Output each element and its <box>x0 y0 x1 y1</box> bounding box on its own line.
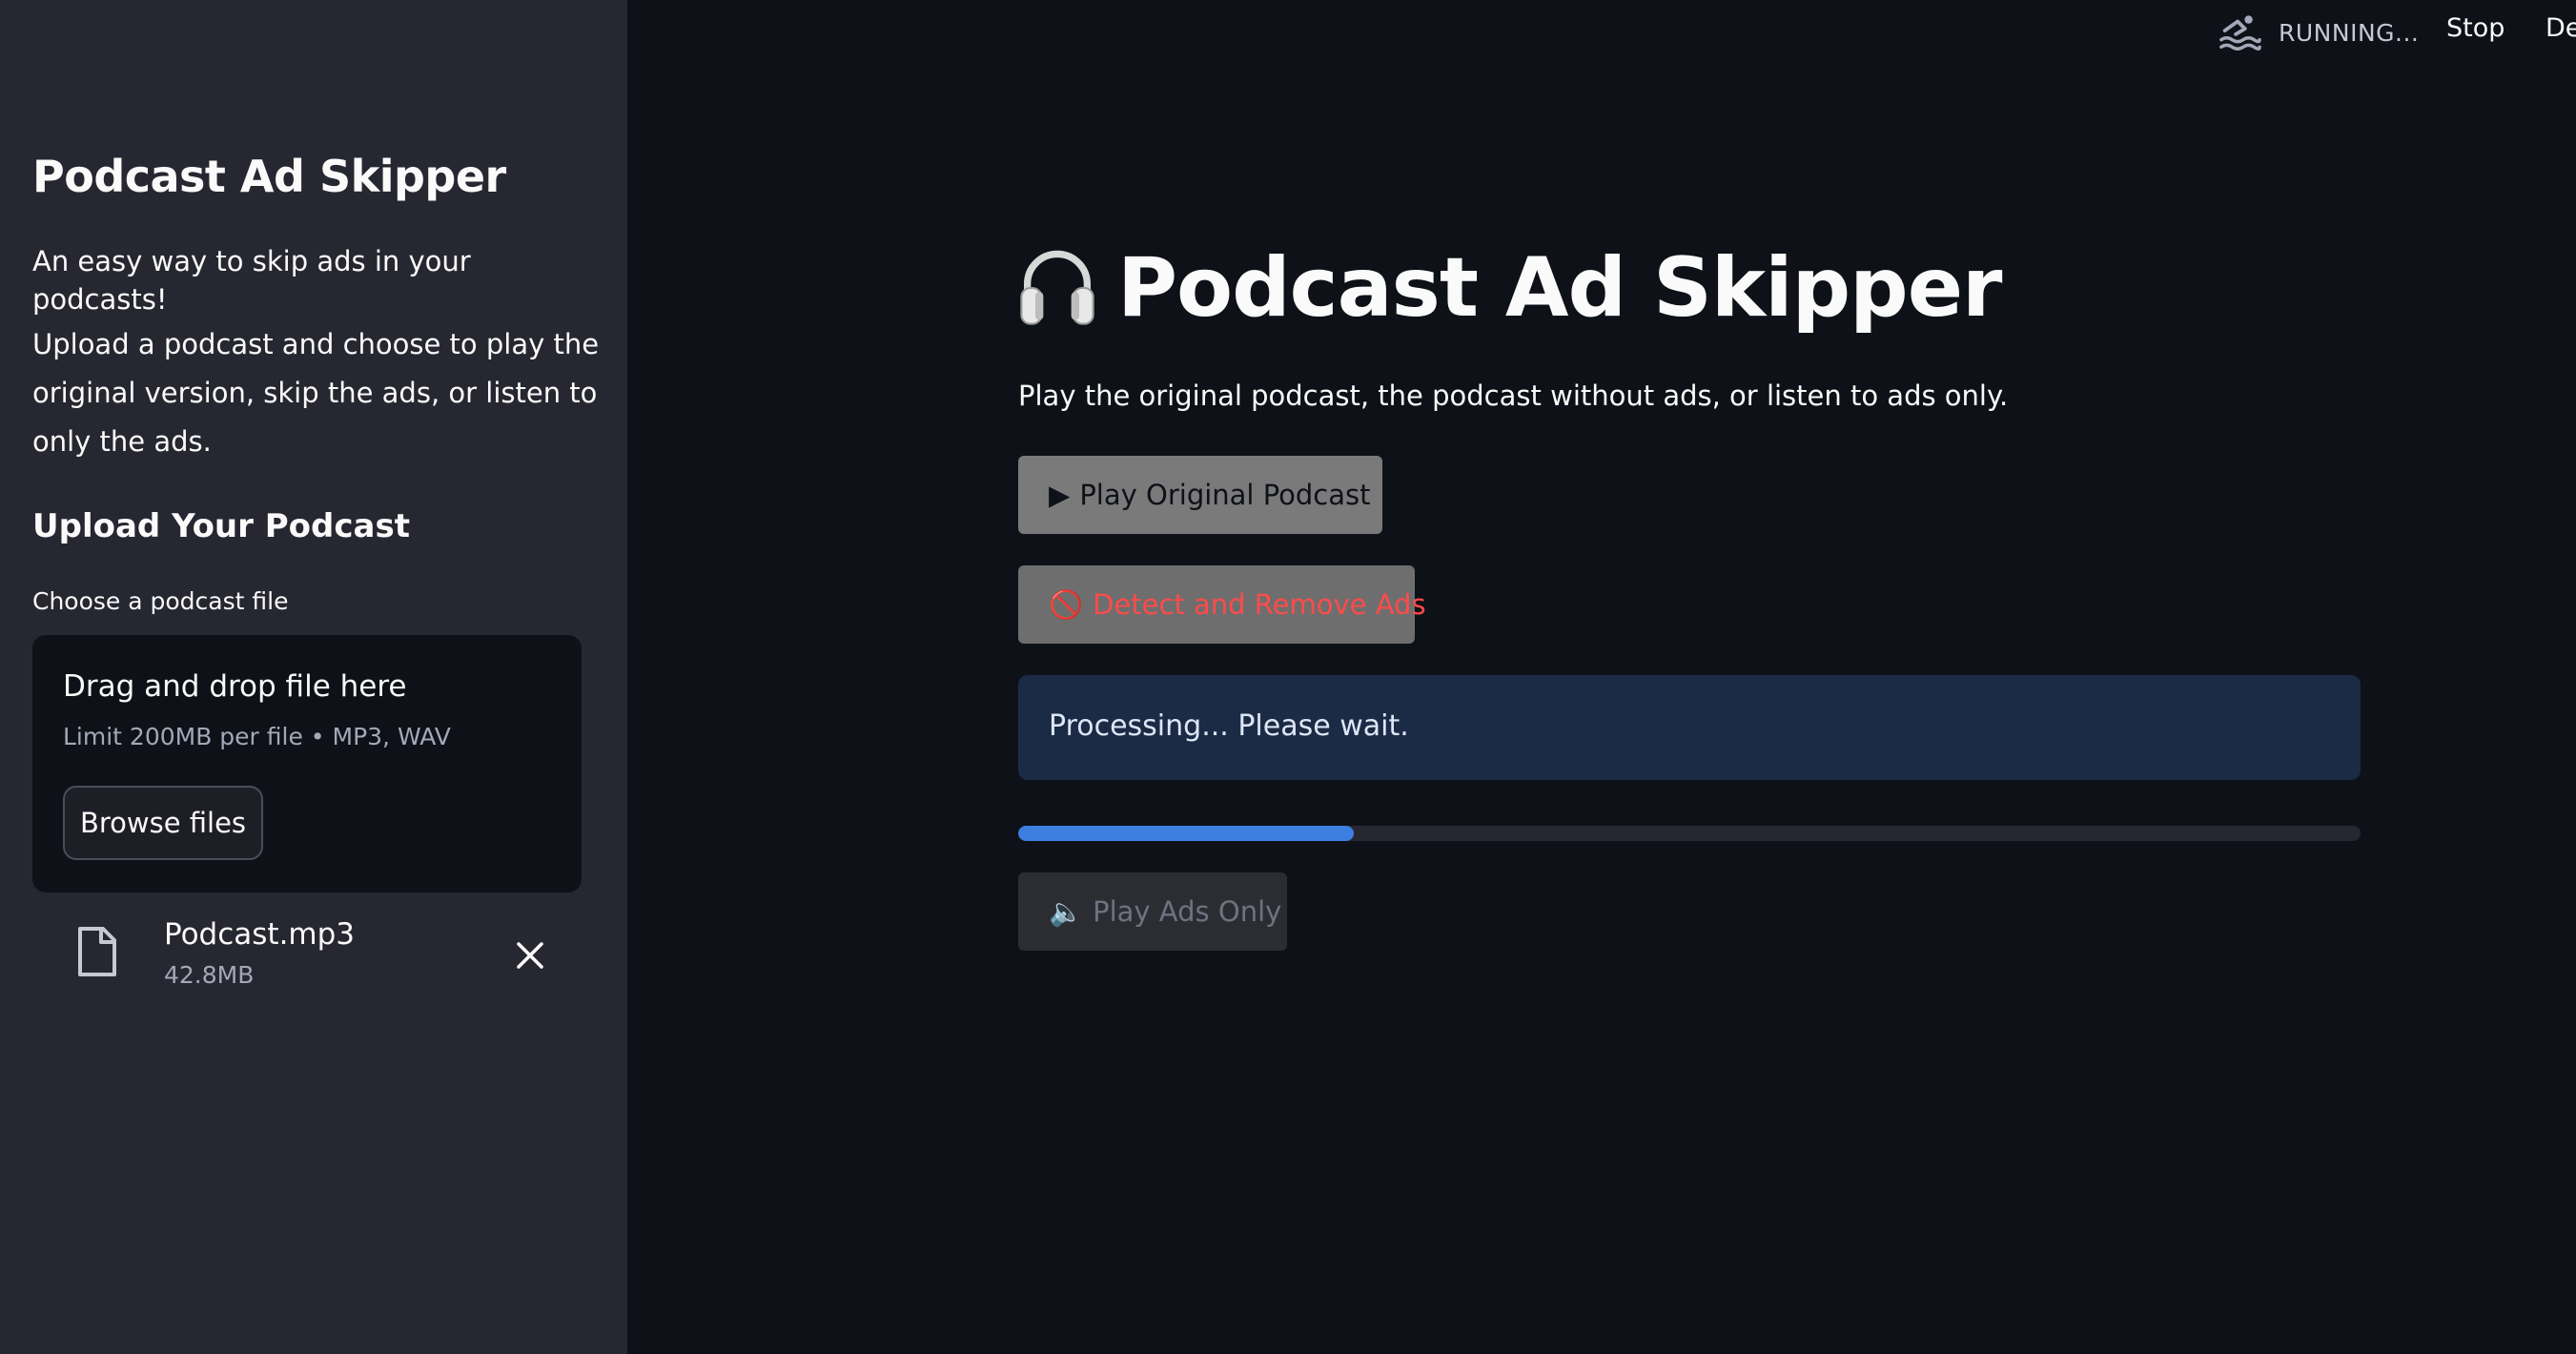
processing-info-alert: Processing... Please wait. <box>1018 675 2361 780</box>
play-original-button[interactable]: ▶ Play Original Podcast <box>1018 456 1382 534</box>
running-status: RUNNING... <box>2218 10 2419 55</box>
sidebar: Podcast Ad Skipper An easy way to skip a… <box>0 0 627 1354</box>
detect-remove-ads-button[interactable]: 🚫 Detect and Remove Ads <box>1018 565 1426 644</box>
dropzone-limit: Limit 200MB per file • MP3, WAV <box>63 723 451 750</box>
stop-button[interactable]: Stop <box>2446 13 2504 43</box>
file-dropzone[interactable]: Drag and drop file here Limit 200MB per … <box>32 635 582 892</box>
dropzone-title: Drag and drop file here <box>63 669 407 704</box>
play-ads-only-button[interactable]: 🔈 Play Ads Only <box>1018 872 1287 951</box>
upload-heading: Upload Your Podcast <box>32 507 410 545</box>
deploy-button[interactable]: De <box>2545 13 2576 43</box>
play-ads-only-label: Play Ads Only <box>1093 895 1282 928</box>
browse-files-button[interactable]: Browse files <box>63 786 263 860</box>
uploaded-file-item: Podcast.mp3 42.8MB <box>32 906 582 1001</box>
sidebar-description: Upload a podcast and choose to play the … <box>32 328 600 458</box>
page-description: Play the original podcast, the podcast w… <box>1018 380 2009 412</box>
prohibited-icon: 🚫 <box>1049 587 1084 621</box>
file-name: Podcast.mp3 <box>164 917 356 952</box>
page-title: Podcast Ad Skipper <box>1016 240 2002 336</box>
speaker-icon: 🔈 <box>1049 894 1084 928</box>
file-size: 42.8MB <box>164 961 255 989</box>
running-status-text: RUNNING... <box>2279 18 2420 47</box>
sidebar-title: Podcast Ad Skipper <box>32 151 506 202</box>
page-title-text: Podcast Ad Skipper <box>1117 240 2002 336</box>
headphones-icon <box>1020 250 1094 325</box>
processing-info-text: Processing... Please wait. <box>1049 709 1409 743</box>
play-original-label: Play Original Podcast <box>1079 479 1371 511</box>
detect-remove-ads-label: Detect and Remove Ads <box>1093 588 1426 621</box>
close-icon[interactable] <box>513 938 547 973</box>
progress-bar-fill <box>1018 826 1354 841</box>
file-uploader-label: Choose a podcast file <box>32 587 289 615</box>
sidebar-tagline: An easy way to skip ads in your podcasts… <box>32 245 471 316</box>
progress-bar <box>1018 826 2361 841</box>
play-icon: ▶ <box>1049 479 1071 511</box>
file-icon <box>78 927 116 976</box>
app-root: Podcast Ad Skipper An easy way to skip a… <box>0 0 2576 1354</box>
swimmer-icon <box>2219 15 2261 51</box>
